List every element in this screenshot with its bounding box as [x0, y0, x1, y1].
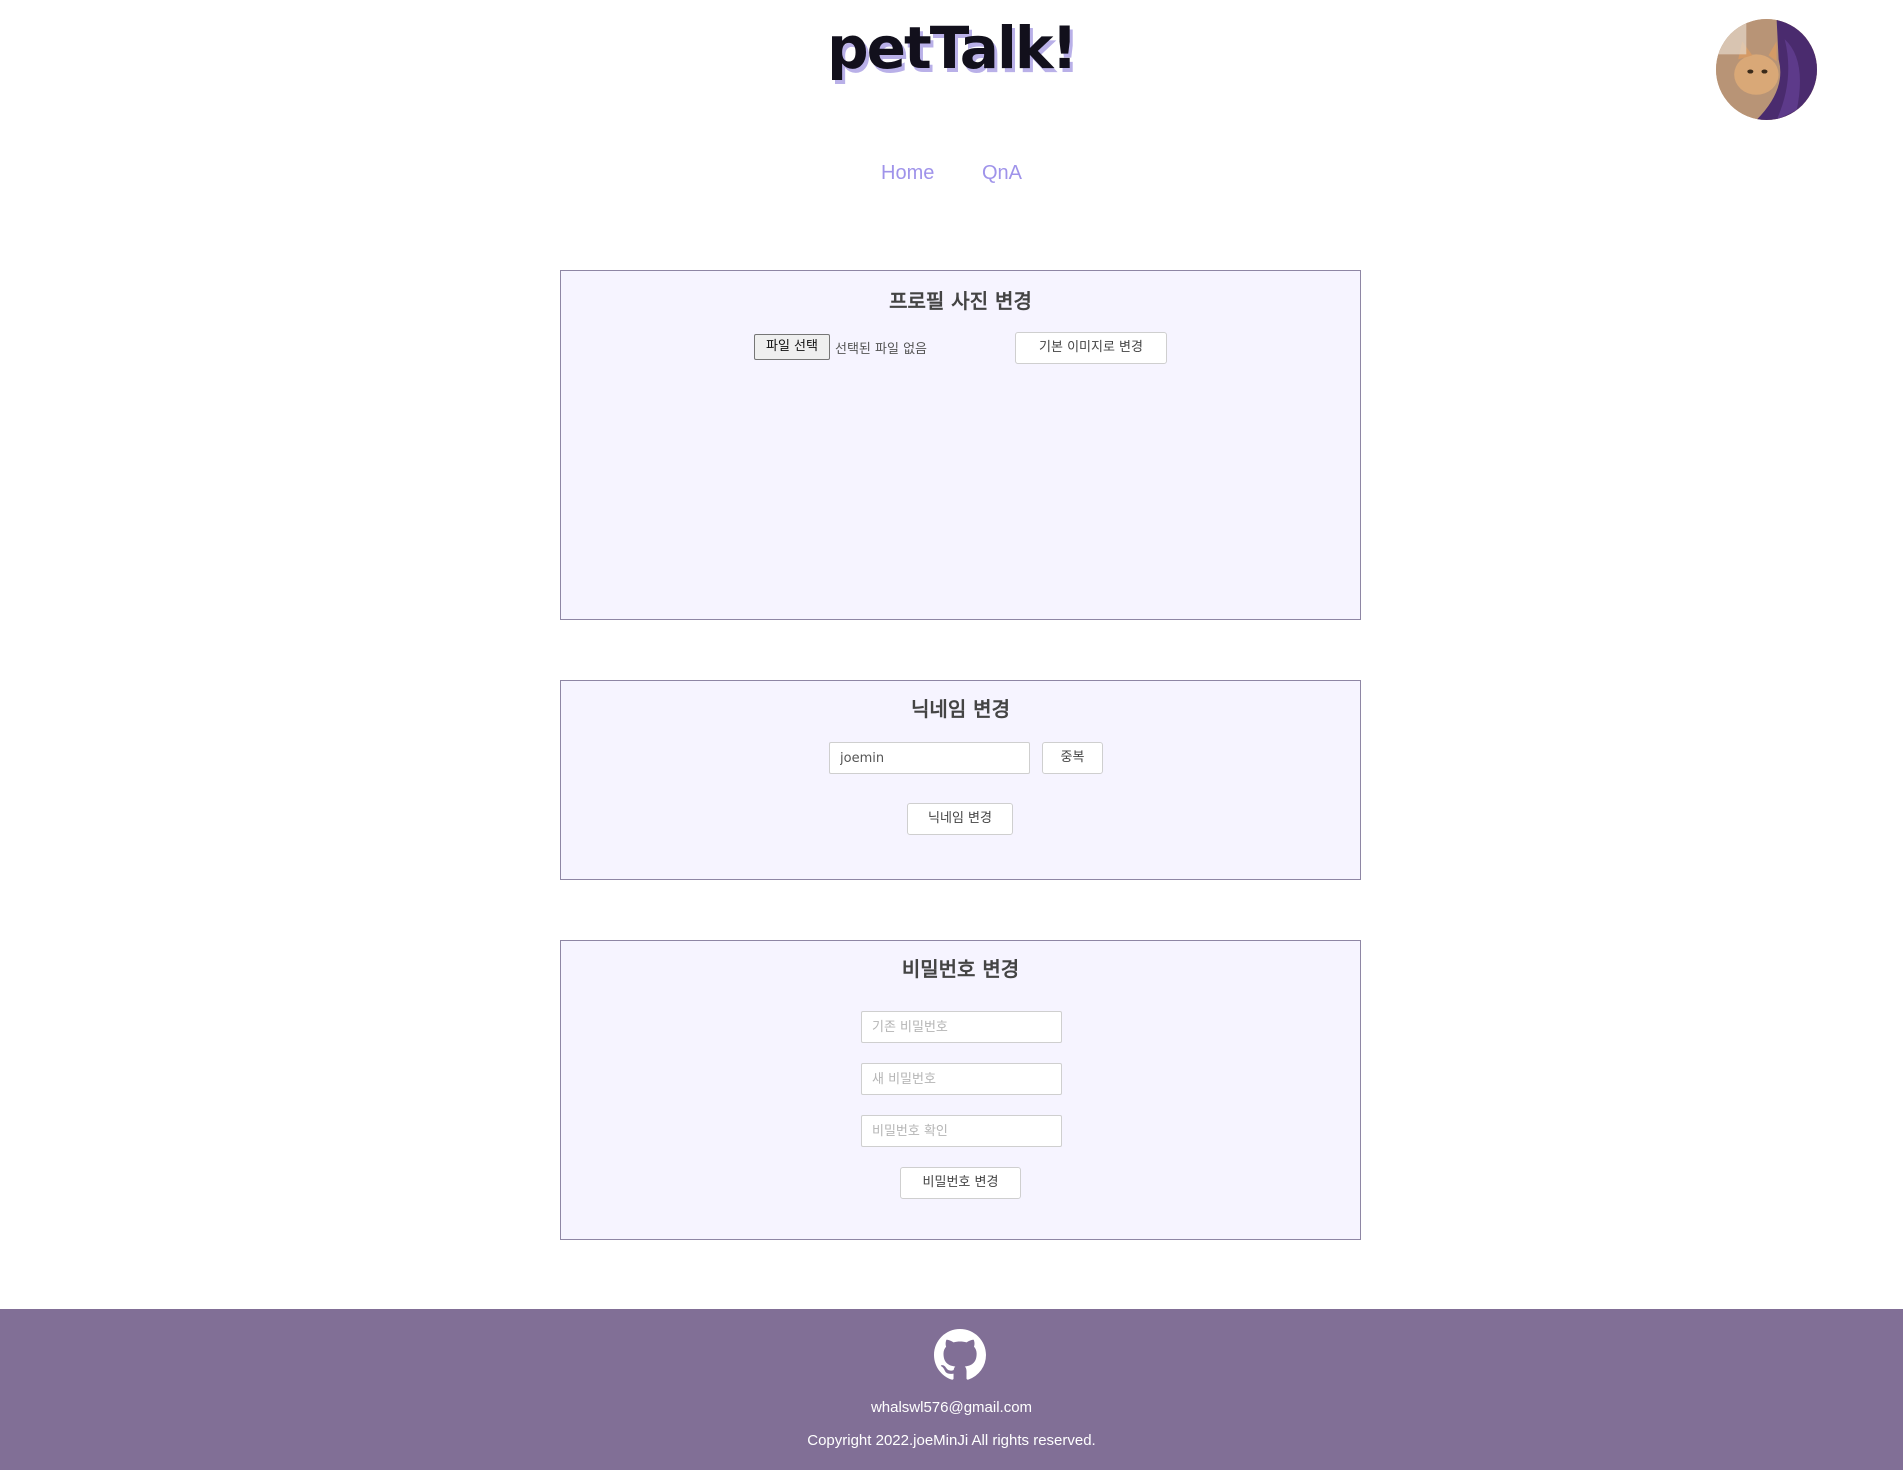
password-panel: 비밀번호 변경 비밀번호 변경: [560, 940, 1361, 1240]
main-nav: Home QnA: [0, 162, 1903, 185]
current-password-input[interactable]: [861, 1011, 1062, 1043]
nickname-panel: 닉네임 변경 중복 닉네임 변경: [560, 680, 1361, 880]
confirm-password-input[interactable]: [861, 1115, 1062, 1147]
footer-copyright: Copyright 2022.joeMinJi All rights reser…: [807, 1432, 1096, 1449]
default-image-button[interactable]: 기본 이미지로 변경: [1015, 332, 1167, 364]
nickname-input[interactable]: [829, 742, 1030, 774]
duplicate-check-button[interactable]: 중복: [1042, 742, 1103, 774]
file-status-text: 선택된 파일 없음: [835, 342, 927, 357]
nav-home-link[interactable]: Home: [881, 162, 934, 185]
profile-photo-panel: 프로필 사진 변경 파일 선택 선택된 파일 없음 기본 이미지로 변경: [560, 270, 1361, 620]
site-title: petTalk!: [827, 14, 1078, 82]
avatar-photo: [1716, 19, 1817, 120]
new-password-input[interactable]: [861, 1063, 1062, 1095]
file-select-button[interactable]: 파일 선택: [754, 334, 830, 360]
password-heading: 비밀번호 변경: [901, 957, 1020, 981]
nav-qna-link[interactable]: QnA: [982, 162, 1022, 185]
password-change-button[interactable]: 비밀번호 변경: [900, 1167, 1021, 1199]
profile-photo-heading: 프로필 사진 변경: [889, 289, 1032, 313]
nickname-change-button[interactable]: 닉네임 변경: [907, 803, 1013, 835]
footer: whalswl576@gmail.com Copyright 2022.joeM…: [0, 1309, 1903, 1470]
avatar[interactable]: [1716, 19, 1817, 120]
footer-email: whalswl576@gmail.com: [870, 1399, 1033, 1416]
nickname-heading: 닉네임 변경: [911, 697, 1010, 721]
github-icon[interactable]: [934, 1329, 986, 1381]
